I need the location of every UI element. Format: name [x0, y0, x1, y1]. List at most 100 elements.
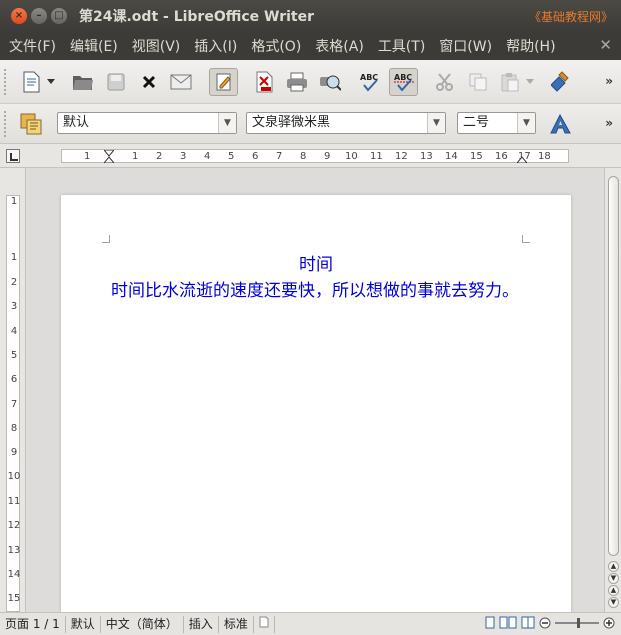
standard-toolbar: ABC ABC »: [0, 60, 621, 104]
menu-edit[interactable]: 编辑(E): [70, 36, 118, 56]
document-page[interactable]: 时间 时间比水流逝的速度还要快，所以想做的事就去努力。: [61, 195, 571, 612]
menu-file[interactable]: 文件(F): [9, 36, 56, 56]
ruler-tick-label: 16: [495, 151, 508, 162]
scroll-up-icon[interactable]: ▲: [608, 561, 619, 572]
title-bar: × – □ 第24课.odt - LibreOffice Writer 《基础教…: [0, 0, 621, 32]
fontwork-icon[interactable]: [547, 111, 573, 137]
right-indent-marker-icon[interactable]: [517, 150, 527, 163]
spellcheck-icon[interactable]: ABC: [357, 69, 383, 95]
book-view-icon[interactable]: [521, 616, 535, 629]
formatting-more-icon[interactable]: »: [605, 116, 613, 130]
paragraph-style-select[interactable]: 默认 ▼: [57, 112, 237, 134]
export-pdf-icon[interactable]: [251, 69, 277, 95]
menu-tools[interactable]: 工具(T): [378, 36, 425, 56]
autospellcheck-icon[interactable]: ABC: [389, 68, 418, 96]
document-paragraph[interactable]: 时间比水流逝的速度还要快，所以想做的事就去努力。: [111, 277, 531, 306]
zoom-slider[interactable]: [555, 617, 599, 628]
clone-formatting-icon[interactable]: [548, 69, 574, 95]
formatting-grip-handle[interactable]: [4, 111, 8, 137]
ruler-tick-label: 9: [10, 447, 18, 458]
ruler-tick-label: 11: [370, 151, 383, 162]
toolbar-more-icon[interactable]: »: [605, 74, 613, 88]
zoom-in-icon[interactable]: [603, 617, 615, 629]
print-icon[interactable]: [284, 69, 310, 95]
new-document-icon[interactable]: [18, 69, 44, 95]
menu-view[interactable]: 视图(V): [132, 36, 181, 56]
status-page-style[interactable]: 默认: [66, 615, 101, 633]
window-close-button[interactable]: ×: [11, 8, 27, 24]
menu-help[interactable]: 帮助(H): [506, 36, 555, 56]
menu-insert[interactable]: 插入(I): [194, 36, 237, 56]
font-size-select[interactable]: 二号 ▼: [457, 112, 536, 134]
ruler-tick-label: 2: [10, 277, 18, 288]
window-minimize-button[interactable]: –: [31, 8, 47, 24]
paragraph-style-value: 默认: [63, 115, 90, 130]
document-heading[interactable]: 时间: [61, 250, 571, 275]
text-boundary-corner: [522, 235, 530, 243]
styles-formatting-icon[interactable]: [18, 111, 44, 137]
document-modified-icon: [254, 615, 275, 633]
edit-mode-icon[interactable]: [209, 68, 238, 96]
left-indent-marker-icon[interactable]: [104, 150, 114, 163]
previous-page-icon[interactable]: ▲: [608, 585, 619, 596]
paste-icon[interactable]: [497, 69, 523, 95]
menu-table[interactable]: 表格(A): [315, 36, 364, 56]
vertical-scrollbar[interactable]: ▲ ▼ ▲ ▼: [604, 168, 621, 612]
save-icon[interactable]: [103, 69, 129, 95]
ruler-tick-label: 15: [7, 593, 21, 604]
ruler-tick-label: 1: [10, 252, 18, 263]
ruler-tick-label: 5: [10, 350, 18, 361]
status-selection-mode[interactable]: 标准: [219, 615, 254, 633]
ruler-tick-label: 3: [180, 151, 187, 162]
ruler-tick-label: 8: [10, 423, 18, 434]
status-page-count[interactable]: 页面 1 / 1: [0, 615, 66, 633]
toolbar-grip-handle[interactable]: [4, 69, 8, 95]
horizontal-ruler[interactable]: 1 1 2 3 4 5 6 7 8 9 10 11 12 13 14 15 16…: [0, 144, 621, 168]
open-folder-icon[interactable]: [70, 69, 96, 95]
ruler-tick-label: 9: [324, 151, 331, 162]
window-maximize-button[interactable]: □: [51, 8, 67, 24]
zoom-out-icon[interactable]: [539, 617, 551, 629]
ruler-tick-label: 1: [84, 151, 91, 162]
chevron-down-icon[interactable]: ▼: [517, 113, 535, 133]
status-insert-mode[interactable]: 插入: [184, 615, 219, 633]
next-page-icon[interactable]: ▼: [608, 597, 619, 608]
copy-icon[interactable]: [465, 69, 491, 95]
chevron-down-icon[interactable]: ▼: [427, 113, 445, 133]
status-bar: 页面 1 / 1 默认 中文（简体） 插入 标准: [0, 612, 621, 635]
ruler-tick-label: 14: [445, 151, 458, 162]
menu-bar: 文件(F) 编辑(E) 视图(V) 插入(I) 格式(O) 表格(A) 工具(T…: [0, 32, 621, 60]
scrollbar-thumb[interactable]: [608, 176, 619, 556]
close-document-icon[interactable]: [136, 69, 162, 95]
ruler-scale: 1 1 2 3 4 5 6 7 8 9 10 11 12 13 14 15: [6, 195, 20, 612]
ruler-tick-label: 11: [7, 496, 21, 507]
ruler-tick-label: 13: [420, 151, 433, 162]
multi-page-view-icon[interactable]: [499, 616, 517, 629]
ruler-scale: 1 1 2 3 4 5 6 7 8 9 10 11 12 13 14 15 16…: [61, 149, 569, 163]
ruler-tick-label: 15: [470, 151, 483, 162]
paste-dropdown-icon[interactable]: [523, 69, 537, 95]
ruler-tick-label: 1: [132, 151, 139, 162]
ruler-tick-label: 13: [7, 545, 21, 556]
tab-stop-type-icon[interactable]: [6, 149, 20, 163]
ruler-tick-label: 10: [345, 151, 358, 162]
close-document-icon[interactable]: ✕: [599, 36, 612, 54]
single-page-view-icon[interactable]: [485, 616, 495, 629]
ruler-tick-label: 7: [10, 399, 18, 410]
print-preview-icon[interactable]: [317, 69, 343, 95]
ruler-tick-label: 4: [10, 326, 18, 337]
menu-format[interactable]: 格式(O): [251, 36, 301, 56]
email-icon[interactable]: [168, 69, 194, 95]
scroll-down-icon[interactable]: ▼: [608, 573, 619, 584]
ruler-tick-label: 7: [276, 151, 283, 162]
vertical-ruler[interactable]: 1 1 2 3 4 5 6 7 8 9 10 11 12 13 14 15: [0, 168, 26, 612]
status-language[interactable]: 中文（简体）: [101, 615, 184, 633]
ruler-tick-label: 6: [10, 374, 18, 385]
document-canvas[interactable]: 时间 时间比水流逝的速度还要快，所以想做的事就去努力。: [26, 168, 604, 612]
menu-window[interactable]: 窗口(W): [439, 36, 492, 56]
chevron-down-icon[interactable]: ▼: [218, 113, 236, 133]
new-dropdown-icon[interactable]: [44, 69, 58, 95]
cut-icon[interactable]: [432, 69, 458, 95]
window-title: 第24课.odt - LibreOffice Writer: [79, 9, 315, 25]
font-name-select[interactable]: 文泉驿微米黑 ▼: [246, 112, 446, 134]
